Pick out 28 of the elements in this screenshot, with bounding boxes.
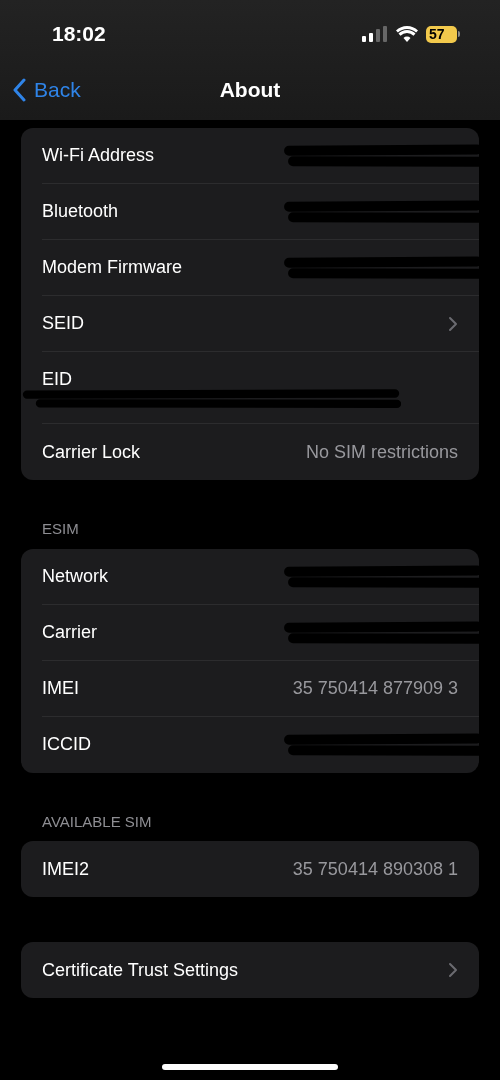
row-value: 35 750414 877909 3 bbox=[292, 676, 458, 700]
row-label: Network bbox=[42, 564, 108, 588]
section-header: AVAILABLE SIM bbox=[41, 811, 153, 832]
chevron-left-icon bbox=[12, 78, 26, 102]
row-label: SEID bbox=[42, 312, 84, 335]
row-label: IMEI2 bbox=[42, 857, 89, 881]
row-label: EID bbox=[42, 368, 72, 391]
row-label: ICCID bbox=[42, 733, 91, 756]
settings-row[interactable]: Certificate Trust Settings bbox=[42, 942, 479, 998]
settings-row[interactable]: SEID bbox=[42, 296, 479, 352]
row-label: Carrier Lock bbox=[42, 440, 141, 464]
row-value: No SIM restrictions bbox=[305, 440, 458, 464]
row-label: Modem Firmware bbox=[42, 256, 183, 279]
row-label: Wi-Fi Address bbox=[42, 144, 155, 167]
row-label: IMEI bbox=[42, 676, 79, 700]
row-value: 35 750414 890308 1 bbox=[292, 857, 458, 881]
row-label: Certificate Trust Settings bbox=[42, 958, 239, 982]
chevron-right-icon bbox=[448, 315, 458, 332]
signal-icon bbox=[362, 26, 388, 42]
page-title: About bbox=[219, 77, 281, 104]
status-time: 18:02 bbox=[52, 21, 106, 48]
wifi-icon bbox=[396, 26, 418, 42]
row-label: Bluetooth bbox=[42, 200, 119, 223]
row-label: Carrier bbox=[42, 620, 97, 644]
back-button[interactable]: Back bbox=[0, 74, 81, 106]
chevron-right-icon bbox=[448, 962, 458, 978]
section-header: ESIM bbox=[41, 519, 80, 539]
battery-icon: 57 bbox=[426, 25, 460, 43]
